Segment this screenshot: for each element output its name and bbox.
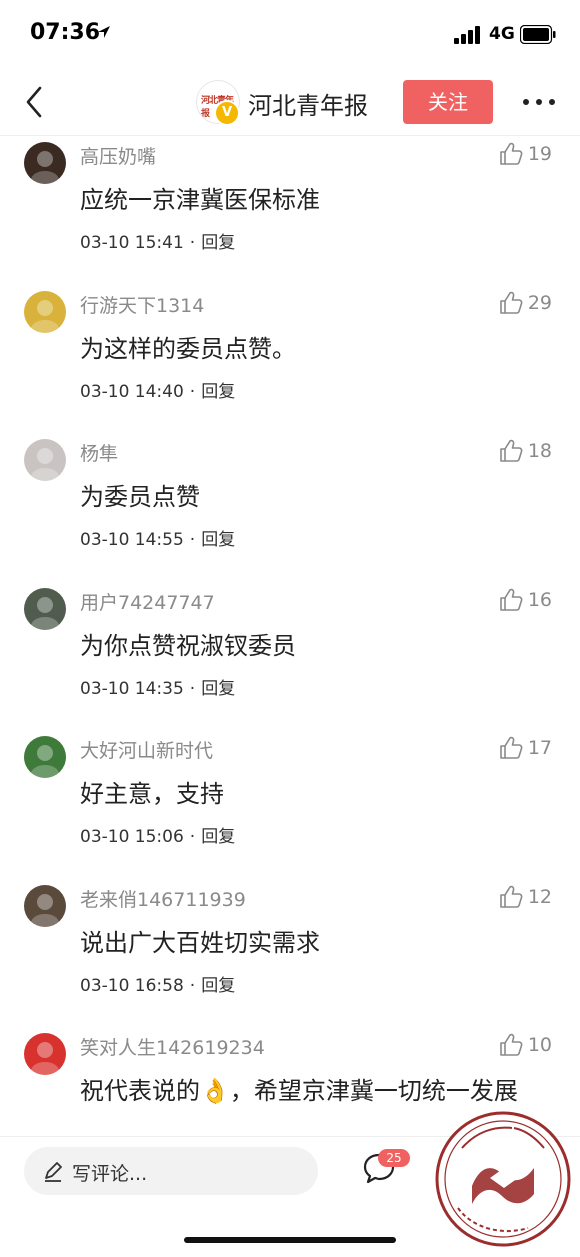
more-dots-icon[interactable] [522, 98, 556, 106]
nav-bar: 河北青年报 V 河北青年报 关注 [0, 70, 580, 136]
reply-link[interactable]: 回复 [201, 382, 235, 402]
separator-dot: · [189, 827, 196, 847]
separator-dot: · [189, 381, 196, 402]
like-count: 18 [527, 440, 552, 462]
thumbs-up-icon [500, 736, 523, 759]
thumbs-up-icon [500, 142, 523, 165]
user-avatar[interactable] [24, 290, 66, 333]
user-avatar[interactable] [24, 142, 66, 184]
comment-text: 为委员点赞 [80, 483, 200, 511]
reply-link[interactable]: 回复 [201, 530, 235, 550]
comment-time: 03-10 14:55 [80, 530, 184, 550]
like-button[interactable]: 17 [498, 734, 552, 762]
comment-username[interactable]: 行游天下1314 [80, 291, 204, 318]
watermark-seal [435, 1111, 571, 1247]
user-avatar[interactable] [24, 439, 66, 481]
separator-dot: · [189, 233, 196, 253]
reply-link[interactable]: 回复 [201, 233, 235, 253]
comment-meta: 03-10 14:40 · 回复 [80, 377, 235, 402]
comment-time: 03-10 15:06 [80, 827, 184, 847]
like-button[interactable]: 12 [498, 883, 552, 911]
pen-icon [45, 1162, 62, 1182]
comment-meta: 03-10 15:06 · 回复 [80, 822, 235, 847]
comment-time: 03-10 15:41 [80, 233, 184, 253]
cellular-signal-icon [454, 26, 480, 44]
network-type: 4G [489, 24, 515, 44]
user-avatar[interactable] [24, 736, 66, 778]
verified-badge: V [214, 100, 240, 126]
comment-item[interactable]: 高压奶嘴 19 应统一京津冀医保标准 03-10 15:41 · 回复 [0, 136, 580, 284]
home-indicator[interactable] [184, 1237, 396, 1243]
comment-item[interactable]: 老来俏146711939 12 说出广大百姓切实需求 03-10 16:58 · 回… [0, 879, 580, 1027]
like-count: 19 [527, 143, 552, 165]
comment-meta: 03-10 16:58 · 回复 [80, 971, 235, 996]
user-avatar[interactable] [24, 587, 66, 630]
user-avatar[interactable] [24, 884, 66, 927]
comment-count-badge: 25 [378, 1149, 410, 1167]
status-time: 07:36 [30, 20, 101, 45]
thumbs-up-icon [500, 439, 523, 462]
like-button[interactable]: 18 [498, 437, 552, 465]
account-title[interactable]: 河北青年报 [248, 86, 368, 121]
comment-meta: 03-10 15:41 · 回复 [80, 228, 235, 253]
write-comment-placeholder: 写评论... [72, 1163, 148, 1185]
like-button[interactable]: 10 [498, 1031, 552, 1059]
location-arrow-icon [98, 26, 110, 38]
like-button[interactable]: 16 [498, 586, 552, 614]
like-count: 16 [527, 588, 552, 611]
comment-text: 祝代表说的👌，希望京津冀一切统一发展 [80, 1077, 518, 1105]
comment-username[interactable]: 用户74247747 [80, 588, 215, 615]
separator-dot: · [189, 530, 196, 550]
like-count: 29 [527, 291, 552, 314]
comment-username[interactable]: 老来俏146711939 [80, 885, 246, 912]
comment-text: 为你点赞祝淑钗委员 [80, 631, 296, 660]
reply-link[interactable]: 回复 [201, 827, 235, 847]
comment-text: 好主意，支持 [80, 780, 224, 808]
comment-item[interactable]: 杨隼 18 为委员点赞 03-10 14:55 · 回复 [0, 433, 580, 581]
comment-meta: 03-10 14:55 · 回复 [80, 525, 235, 550]
like-count: 12 [527, 885, 552, 908]
reply-link[interactable]: 回复 [201, 679, 235, 699]
comment-meta: 03-10 14:35 · 回复 [80, 674, 235, 699]
user-avatar[interactable] [24, 1033, 66, 1075]
comment-item[interactable]: 大好河山新时代 17 好主意，支持 03-10 15:06 · 回复 [0, 730, 580, 878]
comment-time: 03-10 14:35 [80, 678, 184, 699]
thumbs-up-icon [500, 588, 523, 611]
separator-dot: · [189, 975, 196, 996]
comment-time: 03-10 16:58 [80, 975, 184, 996]
like-count: 17 [527, 737, 552, 759]
thumbs-up-icon [500, 291, 523, 314]
reply-link[interactable]: 回复 [201, 976, 235, 996]
comment-text: 为这样的委员点赞。 [80, 334, 296, 363]
comment-username[interactable]: 杨隼 [80, 439, 118, 466]
like-button[interactable]: 19 [498, 140, 552, 168]
thumbs-up-icon [500, 1033, 523, 1056]
comment-time: 03-10 14:40 [80, 381, 184, 402]
write-comment-input[interactable]: 写评论... [24, 1147, 318, 1195]
back-chevron-icon[interactable] [20, 84, 50, 120]
comment-text: 应统一京津冀医保标准 [80, 186, 320, 214]
status-bar: 07:36 4G [0, 0, 580, 70]
like-count: 10 [527, 1034, 552, 1056]
battery-icon [520, 25, 556, 44]
comment-username[interactable]: 大好河山新时代 [80, 736, 213, 763]
comment-item[interactable]: 用户74247747 16 为你点赞祝淑钗委员 03-10 14:35 · 回复 [0, 582, 580, 730]
thumbs-up-icon [500, 885, 523, 908]
comment-username[interactable]: 高压奶嘴 [80, 142, 156, 169]
separator-dot: · [189, 678, 196, 699]
comment-item[interactable]: 行游天下1314 29 为这样的委员点赞。 03-10 14:40 · 回复 [0, 285, 580, 433]
like-button[interactable]: 29 [498, 289, 552, 317]
comment-username[interactable]: 笑对人生142619234 [80, 1033, 265, 1060]
comment-text: 说出广大百姓切实需求 [80, 928, 320, 957]
follow-button[interactable]: 关注 [403, 80, 493, 124]
